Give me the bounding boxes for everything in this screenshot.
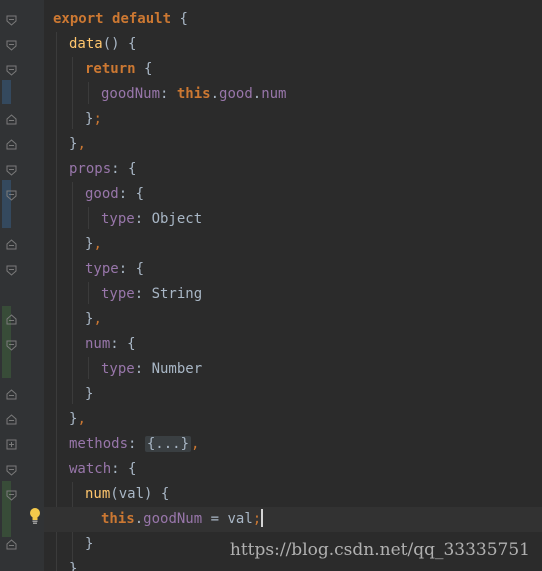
code-line[interactable]: type: { — [85, 257, 144, 282]
property: type — [101, 286, 135, 302]
property: good — [219, 86, 253, 102]
fold-end-icon[interactable] — [6, 414, 17, 425]
code-line[interactable]: data() { — [69, 32, 136, 57]
indent-guide — [72, 182, 73, 404]
fold-end-icon[interactable] — [6, 389, 17, 400]
parameter: val — [118, 486, 145, 502]
parameter: val — [227, 511, 253, 527]
lightbulb-icon[interactable] — [28, 507, 42, 525]
fold-minus-icon[interactable] — [6, 465, 17, 476]
property: goodNum — [143, 511, 203, 527]
type-value: Number — [151, 361, 203, 377]
fold-end-icon[interactable] — [6, 314, 17, 325]
property: type — [101, 211, 135, 227]
property: watch — [69, 461, 112, 477]
code-area[interactable]: export default { data() { return { goodN… — [44, 0, 542, 571]
fold-end-icon[interactable] — [6, 114, 17, 125]
type-value: Object — [151, 211, 203, 227]
fold-minus-icon[interactable] — [6, 340, 17, 351]
code-editor[interactable]: export default { data() { return { goodN… — [0, 0, 542, 571]
property: good — [85, 186, 119, 202]
indent-guide — [56, 32, 57, 571]
fold-minus-icon[interactable] — [6, 40, 17, 51]
keyword: return — [85, 61, 136, 77]
property: props — [69, 161, 112, 177]
keyword: default — [112, 11, 172, 27]
property: num — [261, 86, 287, 102]
indent-guide — [88, 282, 89, 304]
folded-region[interactable]: {...} — [144, 436, 192, 452]
fold-minus-icon[interactable] — [6, 265, 17, 276]
property: type — [101, 361, 135, 377]
code-line[interactable]: props: { — [69, 157, 136, 182]
code-line[interactable]: } — [69, 557, 77, 571]
keyword: export — [53, 11, 104, 27]
property: num — [85, 336, 111, 352]
code-line[interactable]: }; — [85, 107, 102, 132]
code-line[interactable]: }, — [69, 407, 86, 432]
code-line[interactable]: watch: { — [69, 457, 136, 482]
text-caret — [261, 509, 264, 527]
fold-minus-icon[interactable] — [6, 15, 17, 26]
fold-minus-icon[interactable] — [6, 165, 17, 176]
code-line[interactable]: return { — [85, 57, 152, 82]
vcs-modified-marker[interactable] — [2, 80, 11, 104]
property: goodNum — [101, 86, 161, 102]
method-name: data — [69, 36, 103, 52]
fold-end-icon[interactable] — [6, 139, 17, 150]
indent-guide — [88, 357, 89, 379]
code-line[interactable]: goodNum: this.good.num — [101, 82, 286, 107]
code-line[interactable]: good: { — [85, 182, 144, 207]
property: methods — [69, 436, 129, 452]
code-line[interactable]: type: String — [101, 282, 202, 307]
code-line[interactable]: } — [85, 532, 93, 557]
code-line[interactable]: }, — [85, 232, 102, 257]
code-line[interactable]: type: Object — [101, 207, 202, 232]
indent-guide — [88, 207, 89, 229]
vcs-modified-marker[interactable] — [2, 180, 11, 228]
keyword: this — [101, 511, 135, 527]
code-line[interactable]: num: { — [85, 332, 136, 357]
code-line[interactable]: type: Number — [101, 357, 202, 382]
watermark: https://blog.csdn.net/qq_33335751 — [229, 540, 530, 560]
code-line[interactable]: }, — [69, 132, 86, 157]
indent-guide — [72, 57, 73, 129]
editor-gutter[interactable] — [0, 0, 44, 571]
code-line[interactable]: } — [85, 382, 93, 407]
indent-guide — [88, 82, 89, 104]
property: type — [85, 261, 119, 277]
fold-minus-icon[interactable] — [6, 65, 17, 76]
current-code-line[interactable]: this.goodNum = val; — [44, 507, 542, 532]
fold-minus-icon[interactable] — [6, 190, 17, 201]
code-line[interactable]: methods: {...}, — [69, 432, 199, 457]
fold-end-icon[interactable] — [6, 239, 17, 250]
keyword: this — [176, 86, 211, 102]
fold-end-icon[interactable] — [6, 539, 17, 550]
fold-minus-icon[interactable] — [6, 490, 17, 501]
type-value: String — [151, 286, 203, 302]
code-line[interactable]: num(val) { — [85, 482, 169, 507]
fold-plus-icon[interactable] — [6, 439, 17, 450]
code-line[interactable]: }, — [85, 307, 102, 332]
method-name: num — [85, 486, 111, 502]
code-line[interactable]: export default { — [53, 7, 188, 32]
